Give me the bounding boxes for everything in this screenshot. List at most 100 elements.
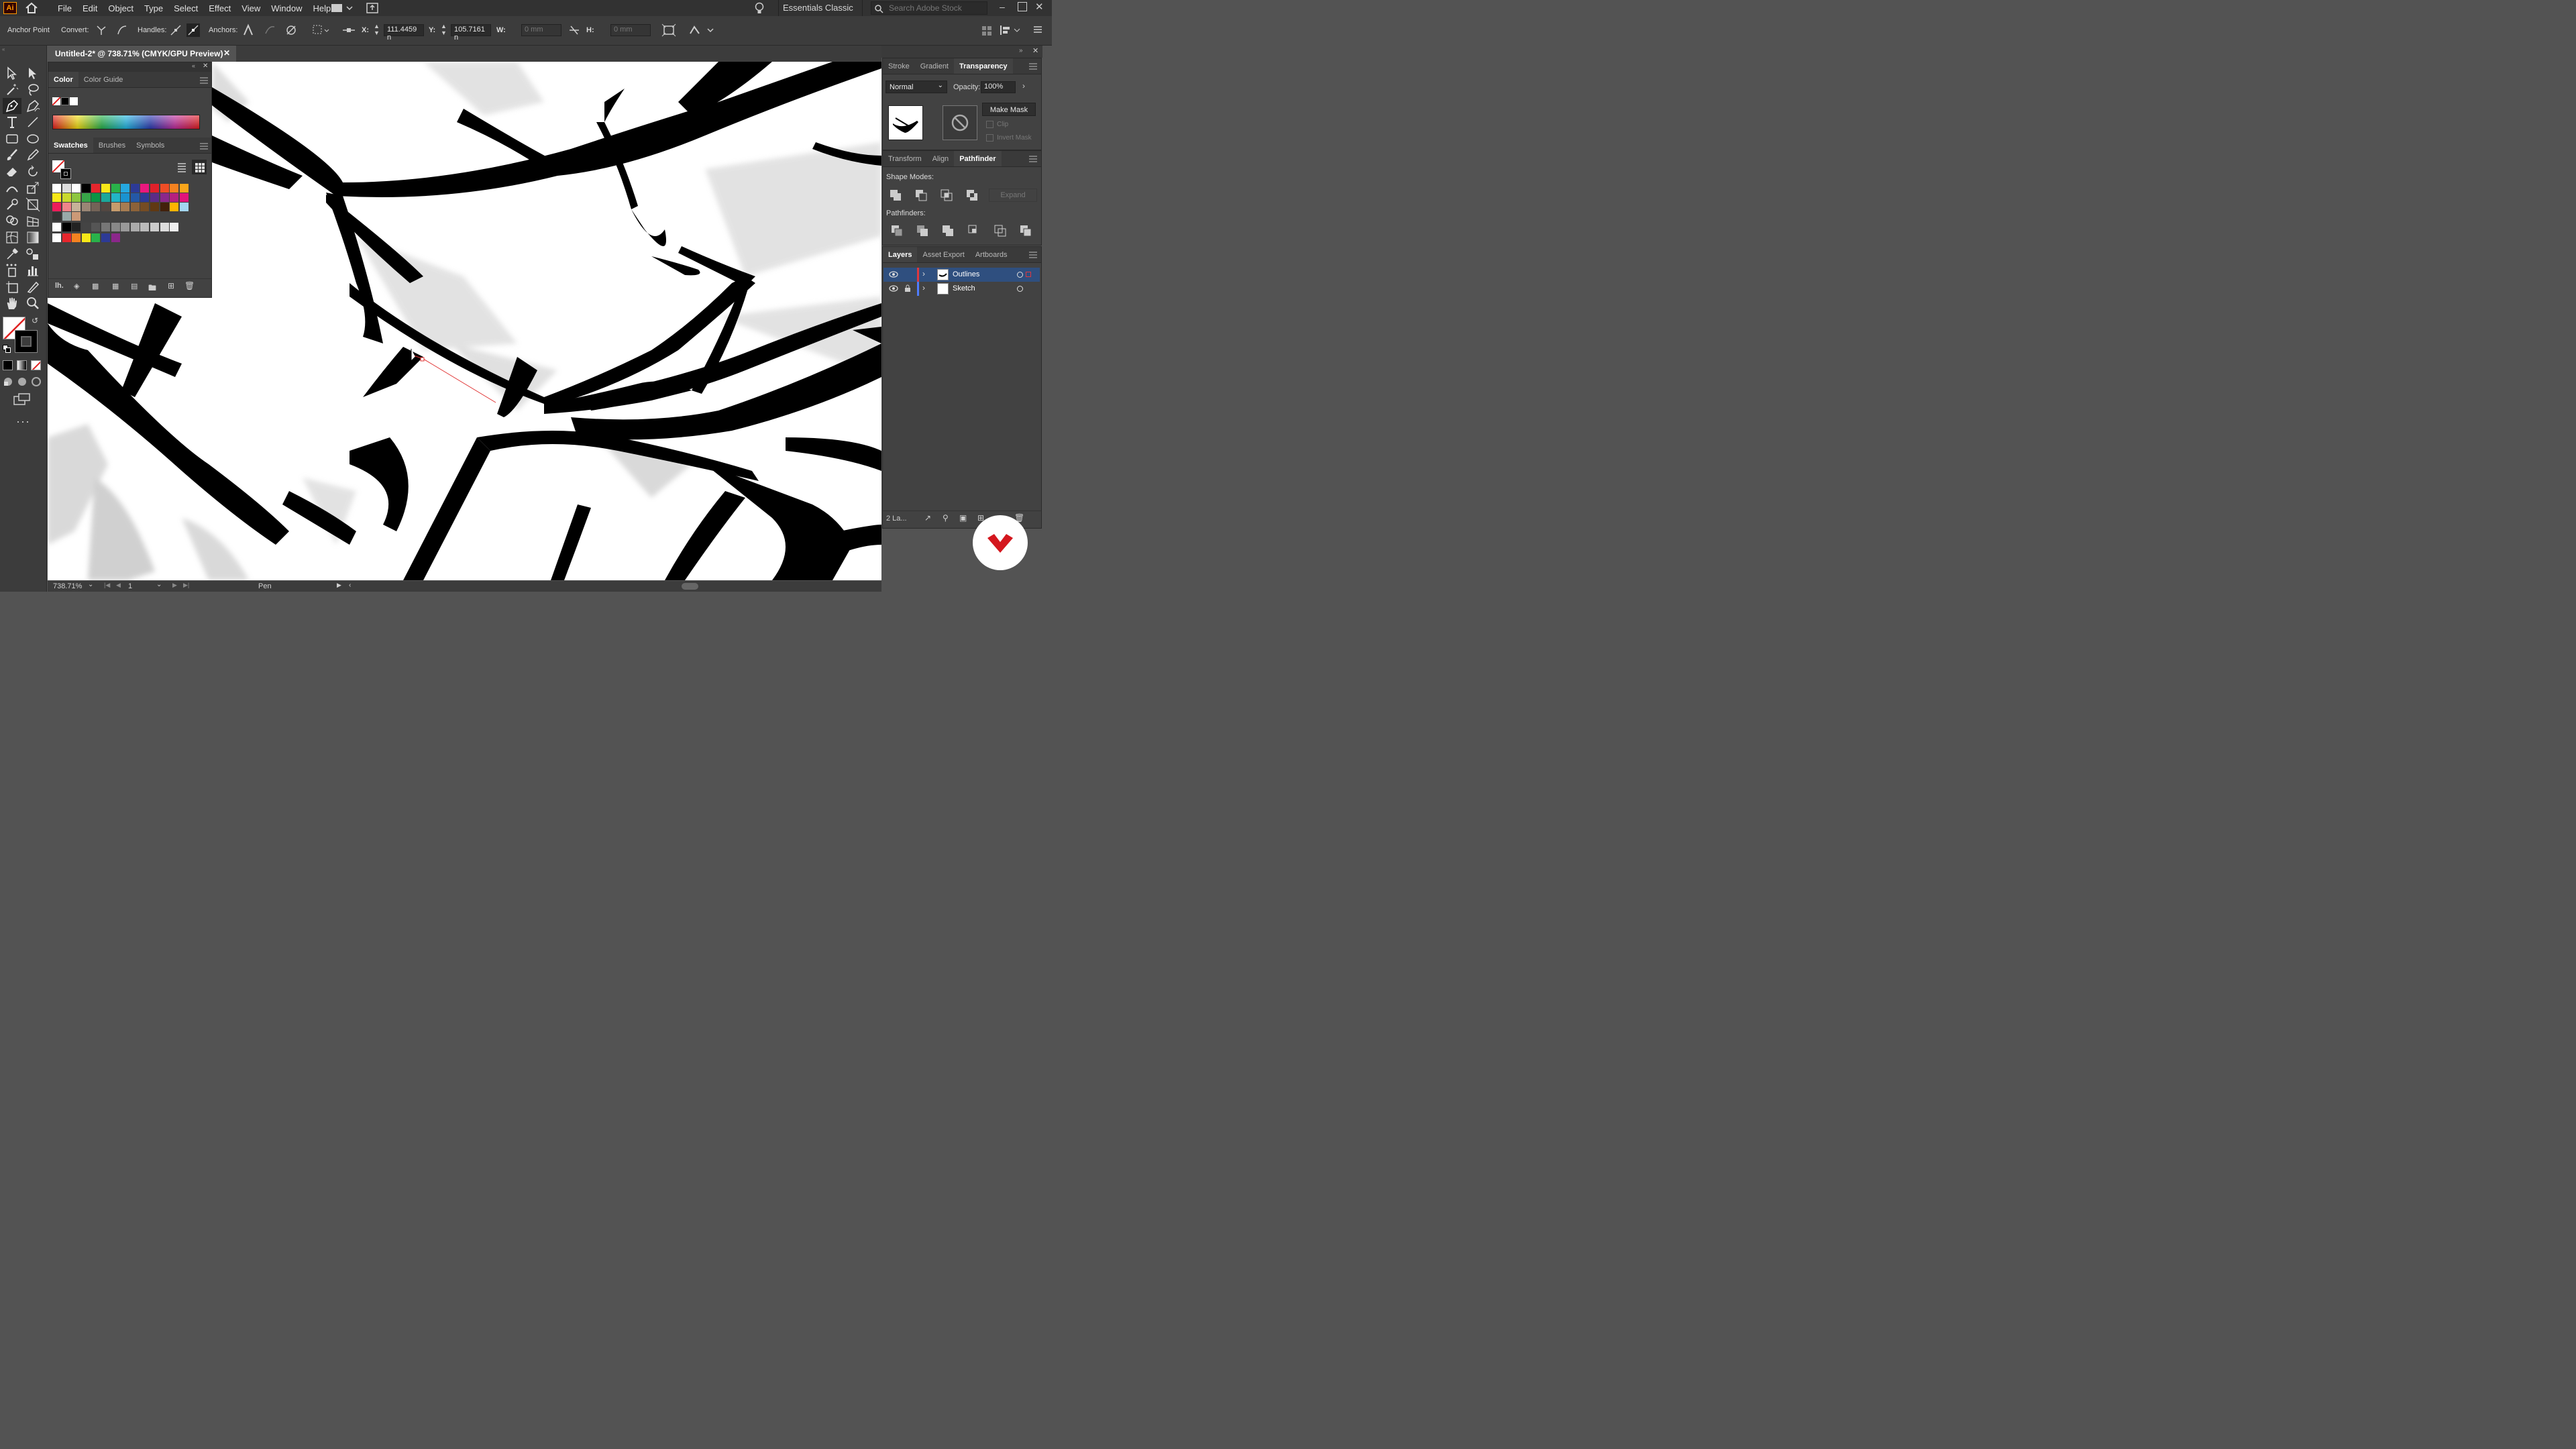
swatch-chip[interactable] (101, 233, 110, 242)
tab-swatches[interactable]: Swatches (48, 138, 93, 153)
artboard-dropdown-icon[interactable]: ⌄ (156, 581, 162, 588)
default-colors-icon[interactable] (3, 345, 11, 353)
color-mode-button[interactable] (3, 360, 13, 370)
swatch-chip[interactable] (52, 212, 61, 221)
menu-edit[interactable]: Edit (77, 3, 103, 13)
swatch-chip[interactable] (101, 184, 110, 193)
cut-path-icon[interactable] (284, 23, 298, 37)
swatch-chip[interactable] (130, 193, 140, 202)
none-mode-button[interactable] (31, 360, 41, 370)
collapse-panel-icon[interactable]: « (192, 62, 195, 69)
selection-indicator[interactable] (1026, 272, 1031, 277)
swatch-chip[interactable] (111, 223, 120, 231)
swatch-chip[interactable] (170, 203, 179, 211)
swatch-chip[interactable] (81, 233, 91, 242)
chevron-right-icon[interactable]: › (922, 283, 925, 292)
panel-menu-icon[interactable] (1033, 25, 1042, 34)
workspace-switcher[interactable]: Essentials Classic ⌄ (778, 0, 863, 23)
arrange-documents-icon[interactable] (331, 3, 355, 13)
first-artboard-icon[interactable]: |◀ (104, 582, 110, 589)
w-field[interactable]: 0 mm (521, 24, 561, 36)
shape-builder-tool-icon[interactable] (5, 213, 19, 228)
artboard-number[interactable]: 1 (128, 582, 132, 590)
color-spectrum-bar[interactable] (52, 115, 200, 129)
swatch-chip[interactable] (81, 203, 91, 211)
document-tab[interactable]: Untitled-2* @ 738.71% (CMYK/GPU Preview)… (48, 46, 236, 62)
swatch-chip[interactable] (62, 184, 71, 193)
menu-effect[interactable]: Effect (203, 3, 236, 13)
prev-artboard-icon[interactable]: ◀ (116, 582, 121, 589)
close-window-button[interactable]: ✕ (1035, 1, 1044, 13)
minimize-button[interactable]: – (1000, 1, 1009, 13)
mesh-tool-icon[interactable] (5, 230, 19, 245)
clip-checkbox[interactable] (986, 121, 994, 128)
home-icon[interactable] (25, 2, 38, 14)
learn-lightbulb-icon[interactable] (754, 1, 765, 15)
swatch-chip[interactable] (72, 203, 81, 211)
swatch-chip[interactable] (170, 193, 179, 202)
white-color-chip[interactable] (70, 97, 78, 105)
last-artboard-icon[interactable]: ▶| (183, 582, 189, 589)
tab-gradient[interactable]: Gradient (915, 58, 954, 74)
restore-button[interactable] (1018, 2, 1027, 11)
symbol-sprayer-tool-icon[interactable] (5, 263, 19, 278)
paintbrush-tool-icon[interactable] (5, 148, 19, 162)
swatch-chip[interactable] (179, 193, 189, 202)
pathfinder-menu-icon[interactable] (1029, 156, 1037, 162)
selection-tool-icon[interactable] (5, 66, 19, 80)
close-tab-icon[interactable]: ✕ (223, 48, 230, 58)
collect-export-icon[interactable]: ↗ (924, 513, 931, 523)
visibility-eye-icon[interactable] (889, 271, 898, 278)
swatch-chip[interactable] (72, 212, 81, 221)
minus-back-icon[interactable] (1020, 225, 1032, 237)
align-options-icon[interactable] (981, 24, 993, 36)
swatch-chip[interactable] (130, 203, 140, 211)
isolate-object-icon[interactable] (661, 23, 676, 37)
anchor-point[interactable] (420, 357, 425, 362)
grid-view-button[interactable] (192, 160, 207, 174)
list-view-icon[interactable] (176, 162, 187, 172)
tab-artboards[interactable]: Artboards (970, 247, 1013, 262)
curvature-tool-icon[interactable] (25, 99, 40, 113)
h-field[interactable]: 0 mm (610, 24, 651, 36)
eyedropper-tool-icon[interactable] (5, 247, 19, 262)
none-color-chip[interactable] (52, 97, 60, 105)
type-tool-icon[interactable] (5, 115, 19, 129)
x-field[interactable]: 111.4459 n (384, 24, 424, 42)
app-logo[interactable]: Ai (3, 2, 17, 14)
blend-mode-select[interactable]: Normal ⌄ (885, 80, 947, 93)
layers-menu-icon[interactable] (1029, 252, 1037, 258)
swatch-chip[interactable] (160, 223, 169, 231)
swatch-chip[interactable] (62, 212, 71, 221)
menu-type[interactable]: Type (139, 3, 168, 13)
swatch-chip[interactable] (140, 203, 150, 211)
show-kinds-icon[interactable]: ◈ (74, 282, 79, 290)
swatch-chip[interactable] (130, 184, 140, 193)
stock-search[interactable] (871, 1, 987, 15)
layer-name[interactable]: Outlines (953, 270, 979, 278)
swatch-chip[interactable] (91, 223, 101, 231)
swatch-chip[interactable] (81, 223, 91, 231)
zoom-dropdown-icon[interactable]: ⌄ (88, 581, 93, 588)
outline-icon[interactable] (994, 225, 1006, 237)
tab-align[interactable]: Align (927, 151, 954, 166)
distribute-icon[interactable] (1000, 24, 1022, 36)
swatch-chip[interactable] (62, 193, 71, 202)
swatch-chip[interactable] (62, 233, 71, 242)
swatch-chip[interactable] (52, 193, 61, 202)
horizontal-scrollbar-thumb[interactable] (682, 583, 698, 590)
exclude-icon[interactable] (966, 189, 978, 201)
swatch-chip[interactable] (62, 223, 71, 231)
swatch-chip[interactable] (101, 203, 110, 211)
swatch-chip[interactable] (140, 193, 150, 202)
tab-transparency[interactable]: Transparency (954, 58, 1013, 74)
convert-smooth-icon[interactable] (116, 24, 128, 36)
swatch-chip[interactable] (179, 203, 189, 211)
tab-pathfinder[interactable]: Pathfinder (954, 151, 1002, 166)
pen-tool-icon[interactable] (5, 99, 19, 113)
draw-behind-icon[interactable] (17, 376, 28, 387)
swatch-chip[interactable] (150, 193, 159, 202)
rectangle-tool-icon[interactable] (5, 131, 19, 146)
tab-brushes[interactable]: Brushes (93, 138, 131, 153)
stock-search-input[interactable] (888, 3, 985, 13)
